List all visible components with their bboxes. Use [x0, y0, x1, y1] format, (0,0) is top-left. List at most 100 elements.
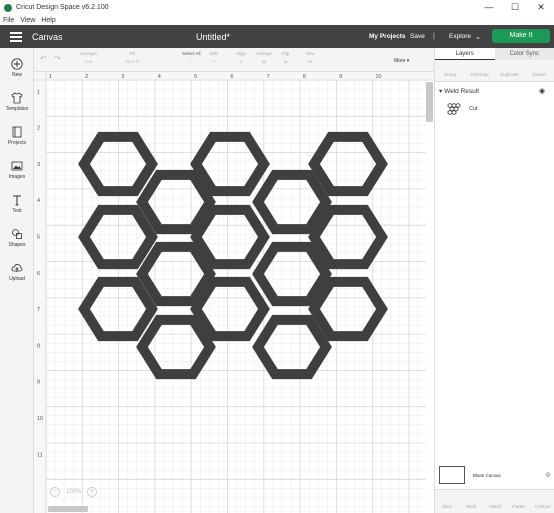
sidebar-item-images[interactable]: Images: [0, 160, 34, 180]
group-button[interactable]: Group: [435, 60, 465, 81]
expand-caret-icon[interactable]: ▾: [439, 88, 442, 95]
ruler-tick-label: 3: [121, 74, 124, 80]
machine-select[interactable]: Explore: [449, 33, 471, 40]
sidebar-item-shapes[interactable]: Shapes: [0, 228, 34, 248]
ruler-tick-label: 4: [37, 198, 40, 204]
redo-icon[interactable]: ↷: [54, 54, 61, 63]
edit-toolbar: ↶ ↷ Linetype Cut Fill No Fill Select All…: [34, 48, 434, 72]
chevron-down-icon[interactable]: ⌄: [475, 33, 481, 41]
zoom-out-button[interactable]: −: [50, 487, 60, 497]
tab-color-sync[interactable]: Color Sync: [494, 48, 554, 60]
ruler-tick-label: 2: [85, 74, 88, 80]
header-separator: |: [433, 33, 435, 40]
image-icon: [11, 161, 23, 171]
menu-file[interactable]: File: [3, 17, 14, 24]
close-button[interactable]: ✕: [528, 0, 554, 15]
ruler-tick-label: 7: [37, 307, 40, 313]
document-title: Untitled*: [196, 31, 231, 42]
edit-button[interactable]: Edit ✂: [210, 51, 218, 67]
layer-group-weld-result[interactable]: ▾ Weld Result: [439, 87, 479, 95]
sidebar-item-text[interactable]: Text: [0, 194, 34, 214]
canvas-color-swatch[interactable]: [439, 466, 465, 484]
canvas-grid[interactable]: 1 2 3 4 5 6 7 8 9 10 1 2 3 4 5 6 7 8 9 10 11: [34, 72, 434, 513]
blank-canvas-layer[interactable]: Blank Canvas ⊘: [439, 466, 551, 484]
maximize-button[interactable]: ☐: [502, 0, 528, 15]
flip-icon: ⇋: [283, 59, 288, 64]
select-all-button[interactable]: Select All ⬚: [182, 51, 201, 67]
horizontal-scrollbar[interactable]: [48, 506, 88, 512]
ruler-tick-label: 9: [339, 74, 342, 80]
ruler-tick-label: 2: [37, 126, 40, 132]
slice-button[interactable]: Slice: [435, 490, 459, 513]
layer-group-label: Weld Result: [444, 88, 479, 95]
ruler-tick-label: 5: [37, 234, 40, 240]
menu-view[interactable]: View: [20, 17, 35, 24]
window-titlebar: Cricut Design Space v6.2.100 — ☐ ✕: [0, 0, 554, 15]
fill-control[interactable]: Fill No Fill: [126, 51, 139, 67]
app-header: Canvas Untitled* My Projects Save | Expl…: [0, 25, 554, 48]
eye-icon[interactable]: ◉: [539, 87, 545, 95]
ungroup-button[interactable]: UnGroup: [465, 60, 495, 81]
ruler-tick-label: 4: [158, 74, 161, 80]
ruler-tick-label: 3: [37, 162, 40, 168]
minimize-button[interactable]: —: [476, 0, 502, 15]
delete-button[interactable]: Delete: [524, 60, 554, 81]
eye-off-icon[interactable]: ⊘: [545, 471, 551, 479]
sidebar-item-label: Templates: [5, 106, 29, 112]
sidebar-item-templates[interactable]: Templates: [0, 92, 34, 112]
design-canvas[interactable]: 1 2 3 4 5 6 7 8 9 10 1 2 3 4 5 6 7 8 9 10 11: [34, 72, 434, 513]
sidebar-item-new[interactable]: New: [0, 58, 34, 78]
arrange-icon: ▤: [261, 59, 267, 64]
honeycomb-thumbnail-icon: [447, 103, 461, 115]
zoom-control: − 100% +: [50, 487, 98, 497]
weld-button[interactable]: Weld: [459, 490, 483, 513]
ruler-tick-label: 10: [37, 416, 43, 422]
ruler-tick-label: 9: [37, 380, 40, 386]
sidebar-item-upload[interactable]: Upload: [0, 262, 34, 282]
section-label: Canvas: [32, 31, 63, 42]
sidebar-item-label: New: [11, 72, 22, 78]
my-projects-button[interactable]: My Projects: [369, 33, 406, 40]
app-logo-icon: [4, 3, 12, 12]
save-button[interactable]: Save: [410, 33, 425, 40]
align-icon: ≡: [239, 59, 243, 64]
sidebar-item-label: Shapes: [8, 242, 26, 248]
size-control[interactable]: Size W: [306, 51, 315, 67]
sidebar-item-label: Projects: [7, 140, 27, 146]
more-button[interactable]: More ▾: [394, 58, 409, 64]
book-icon: [12, 126, 22, 138]
arrange-button[interactable]: Arrange ▤: [256, 51, 272, 67]
plus-icon: [11, 58, 23, 70]
make-it-button[interactable]: Make It: [492, 29, 550, 43]
vertical-scrollbar[interactable]: [426, 82, 433, 122]
undo-icon[interactable]: ↶: [40, 54, 47, 63]
ruler-tick-label: 11: [37, 452, 43, 458]
ruler-tick-label: 7: [267, 74, 270, 80]
shapes-icon: [12, 229, 22, 239]
window-title: Cricut Design Space v6.2.100: [16, 4, 109, 11]
align-button[interactable]: Align ≡: [236, 51, 246, 67]
layer-item-cut[interactable]: Cut: [447, 103, 478, 115]
contour-button[interactable]: Contour: [531, 490, 554, 513]
ruler-tick-label: 6: [37, 271, 40, 277]
zoom-in-button[interactable]: +: [87, 487, 98, 497]
attach-button[interactable]: Attach: [483, 490, 507, 513]
flip-button[interactable]: Flip ⇋: [282, 51, 289, 67]
sidebar-item-label: Upload: [9, 276, 25, 282]
layer-item-label: Cut: [469, 106, 478, 112]
sidebar-item-label: Images: [8, 174, 26, 180]
hamburger-menu-icon[interactable]: [10, 32, 22, 42]
scissors-icon: ✂: [211, 59, 216, 64]
flatten-button[interactable]: Flatten: [507, 490, 531, 513]
ruler-tick-label: 5: [194, 74, 197, 80]
ruler-tick-label: 1: [49, 74, 52, 80]
tab-layers[interactable]: Layers: [435, 48, 495, 60]
ruler-tick-label: 8: [37, 343, 40, 349]
blank-canvas-label: Blank Canvas: [473, 472, 501, 478]
linetype-control[interactable]: Linetype Cut: [80, 51, 97, 67]
duplicate-button[interactable]: Duplicate: [495, 60, 525, 81]
sidebar-item-projects[interactable]: Projects: [0, 126, 34, 146]
menu-help[interactable]: Help: [41, 17, 55, 24]
ruler-tick-label: 8: [303, 74, 306, 80]
layers-panel: Layers Color Sync Group UnGroup Duplicat…: [434, 48, 554, 513]
